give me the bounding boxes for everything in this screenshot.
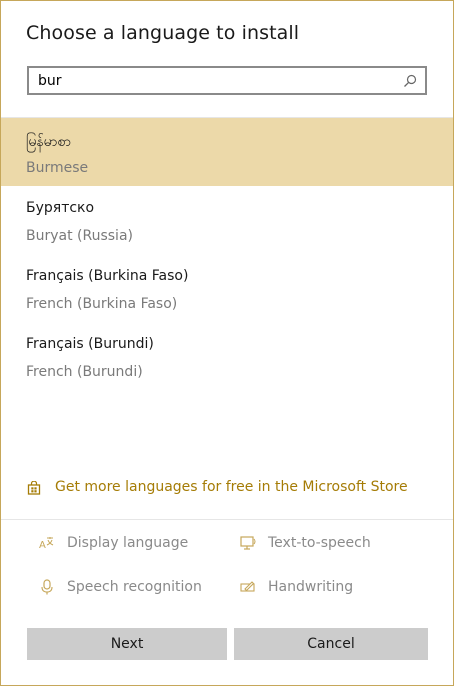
search-input[interactable]	[38, 71, 393, 91]
feature-label: Display language	[67, 535, 189, 551]
language-native-name: Français (Burkina Faso)	[26, 268, 189, 284]
feature-text-to-speech: Text-to-speech	[240, 535, 371, 551]
svg-text:A: A	[39, 540, 46, 551]
language-install-dialog: Choose a language to install မြန်မာစာ Bu…	[0, 0, 454, 686]
feature-handwriting: Handwriting	[240, 579, 353, 595]
feature-speech-recognition: Speech recognition	[39, 579, 202, 595]
feature-label: Handwriting	[268, 579, 354, 595]
store-bag-icon	[27, 480, 41, 495]
dialog-title: Choose a language to install	[26, 22, 300, 44]
language-english-name: French (Burundi)	[26, 364, 143, 380]
feature-label: Text-to-speech	[268, 535, 371, 551]
text-to-speech-icon	[240, 535, 256, 551]
feature-display-language: A Display language	[39, 535, 188, 551]
language-native-name: Français (Burundi)	[26, 336, 154, 352]
language-list: မြန်မာစာ Burmese Бурятско Buryat (Russia…	[1, 118, 453, 390]
language-native-name: မြန်မာစာ	[26, 134, 71, 150]
language-english-name: French (Burkina Faso)	[26, 296, 178, 312]
language-item-buryat[interactable]: Бурятско Buryat (Russia)	[1, 186, 453, 254]
cancel-button[interactable]: Cancel	[234, 628, 428, 660]
feature-label: Speech recognition	[67, 579, 202, 595]
language-native-name: Бурятско	[26, 200, 95, 216]
display-language-icon: A	[39, 535, 55, 551]
store-link-label: Get more languages for free in the Micro…	[55, 479, 408, 495]
search-box[interactable]	[27, 66, 427, 95]
next-button[interactable]: Next	[27, 628, 227, 660]
language-english-name: Burmese	[26, 160, 89, 176]
features-divider	[1, 519, 453, 520]
language-item-burmese[interactable]: မြန်မာစာ Burmese	[1, 118, 453, 186]
search-icon[interactable]	[403, 73, 417, 87]
microphone-icon	[39, 579, 55, 595]
language-item-french-burundi[interactable]: Français (Burundi) French (Burundi)	[1, 322, 453, 390]
language-item-french-burkina-faso[interactable]: Français (Burkina Faso) French (Burkina …	[1, 254, 453, 322]
handwriting-icon	[240, 579, 256, 595]
language-english-name: Buryat (Russia)	[26, 228, 133, 244]
microsoft-store-link[interactable]: Get more languages for free in the Micro…	[27, 479, 408, 495]
